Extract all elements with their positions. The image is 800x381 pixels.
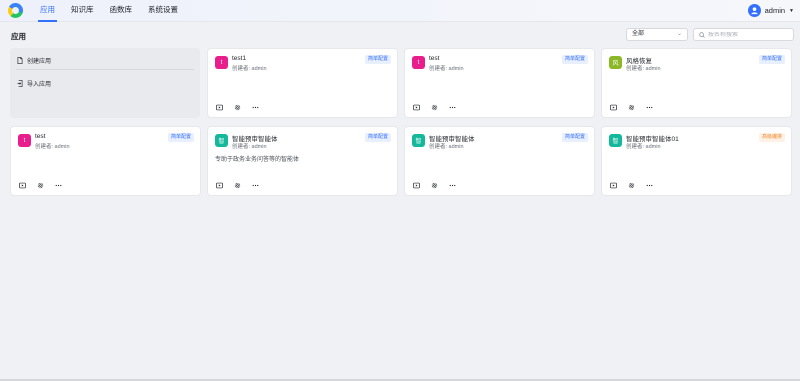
app-creator: 创建者: admin bbox=[626, 66, 661, 72]
app-creator: 创建者: admin bbox=[35, 144, 70, 150]
gear-icon[interactable] bbox=[233, 181, 241, 189]
avatar bbox=[747, 4, 761, 17]
type-filter-select[interactable]: 全部 ⌄ bbox=[626, 28, 688, 41]
search-input[interactable] bbox=[708, 31, 788, 38]
play-icon[interactable] bbox=[412, 103, 420, 111]
app-card[interactable]: 风风格恢复 创建者: admin 简单配置 bbox=[601, 48, 792, 118]
gear-icon[interactable] bbox=[627, 103, 635, 111]
create-app-label: 创建应用 bbox=[27, 59, 52, 65]
app-card[interactable]: 智智能预审智能体01 创建者: admin 高级编排 bbox=[601, 126, 792, 196]
app-type-badge: 简单配置 bbox=[364, 133, 391, 142]
card-actions bbox=[412, 103, 456, 111]
app-name: test1 bbox=[232, 55, 247, 62]
gear-icon[interactable] bbox=[627, 181, 635, 189]
type-filter-value: 全部 bbox=[632, 31, 645, 37]
more-icon[interactable] bbox=[645, 181, 653, 189]
more-icon[interactable] bbox=[645, 103, 653, 111]
app-name: test bbox=[429, 55, 440, 62]
app-avatar: t bbox=[215, 56, 228, 69]
app-type-badge: 简单配置 bbox=[561, 133, 588, 142]
play-icon[interactable] bbox=[412, 181, 420, 189]
import-icon bbox=[17, 80, 23, 87]
app-type-badge: 简单配置 bbox=[561, 55, 588, 64]
card-actions bbox=[215, 181, 259, 189]
card-actions bbox=[18, 181, 62, 189]
app-avatar: t bbox=[412, 56, 425, 69]
app-avatar: 智 bbox=[609, 134, 622, 147]
chevron-down-icon: ⌄ bbox=[676, 31, 682, 37]
app-card[interactable]: t test 创建者: admin 简单配置 bbox=[10, 126, 201, 196]
app-creator: 创建者: admin bbox=[232, 144, 267, 150]
top-navbar: 应用 知识库 函数库 系统设置 admin ▼ bbox=[0, 0, 800, 22]
app-creator: 创建者: admin bbox=[429, 144, 464, 150]
play-icon[interactable] bbox=[215, 103, 223, 111]
search-box[interactable] bbox=[693, 28, 794, 41]
nav-item-apps[interactable]: 应用 bbox=[38, 0, 57, 22]
app-card[interactable]: 智智能预审智能体 创建者: admin 简单配置 bbox=[404, 126, 595, 196]
app-creator: 创建者: admin bbox=[429, 66, 464, 72]
user-name: admin bbox=[764, 6, 786, 15]
divider bbox=[16, 69, 194, 70]
document-icon bbox=[17, 57, 23, 64]
more-icon[interactable] bbox=[251, 181, 259, 189]
more-icon[interactable] bbox=[448, 181, 456, 189]
app-name: test bbox=[35, 133, 46, 140]
more-icon[interactable] bbox=[54, 181, 62, 189]
more-icon[interactable] bbox=[251, 103, 259, 111]
app-avatar: 智 bbox=[412, 134, 425, 147]
play-icon[interactable] bbox=[18, 181, 26, 189]
nav-item-functions[interactable]: 函数库 bbox=[108, 0, 135, 22]
gear-icon[interactable] bbox=[36, 181, 44, 189]
card-actions bbox=[609, 103, 653, 111]
app-type-badge: 简单配置 bbox=[364, 55, 391, 64]
card-actions bbox=[609, 181, 653, 189]
more-icon[interactable] bbox=[448, 103, 456, 111]
gear-icon[interactable] bbox=[233, 103, 241, 111]
import-app-button[interactable]: 导入应用 bbox=[17, 79, 51, 88]
app-card[interactable]: t test 创建者: admin 简单配置 bbox=[404, 48, 595, 118]
app-type-badge: 简单配置 bbox=[758, 55, 785, 64]
app-avatar: t bbox=[18, 134, 31, 147]
gear-icon[interactable] bbox=[430, 103, 438, 111]
app-avatar: 智 bbox=[215, 134, 228, 147]
search-icon bbox=[699, 31, 705, 38]
play-icon[interactable] bbox=[609, 181, 617, 189]
app-creator: 创建者: admin bbox=[626, 144, 661, 150]
card-actions bbox=[412, 181, 456, 189]
app-description: 专助于政务业务问答等的智能体 bbox=[215, 157, 300, 163]
caret-down-icon: ▼ bbox=[789, 7, 794, 14]
gear-icon[interactable] bbox=[430, 181, 438, 189]
play-icon[interactable] bbox=[215, 181, 223, 189]
card-actions bbox=[215, 103, 259, 111]
nav-item-settings[interactable]: 系统设置 bbox=[146, 0, 180, 22]
app-type-badge: 高级编排 bbox=[758, 133, 785, 142]
play-icon[interactable] bbox=[609, 103, 617, 111]
user-icon bbox=[750, 7, 758, 15]
nav-item-knowledge[interactable]: 知识库 bbox=[69, 0, 96, 22]
create-app-button[interactable]: 创建应用 bbox=[17, 56, 51, 65]
import-app-label: 导入应用 bbox=[27, 82, 52, 88]
create-app-card: 创建应用 导入应用 bbox=[10, 48, 200, 118]
logo[interactable] bbox=[8, 3, 23, 18]
app-creator: 创建者: admin bbox=[232, 66, 267, 72]
page-title: 应用 bbox=[11, 32, 26, 41]
app-card[interactable]: t test1 创建者: admin 简单配置 bbox=[207, 48, 398, 118]
main-nav: 应用 知识库 函数库 系统设置 bbox=[38, 0, 180, 22]
app-type-badge: 简单配置 bbox=[167, 133, 194, 142]
app-card[interactable]: 智智能预审智能体 创建者: admin 简单配置 专助于政务业务问答等的智能体 bbox=[207, 126, 398, 196]
user-menu[interactable]: admin ▼ bbox=[747, 4, 794, 17]
app-avatar: 风 bbox=[609, 56, 622, 69]
